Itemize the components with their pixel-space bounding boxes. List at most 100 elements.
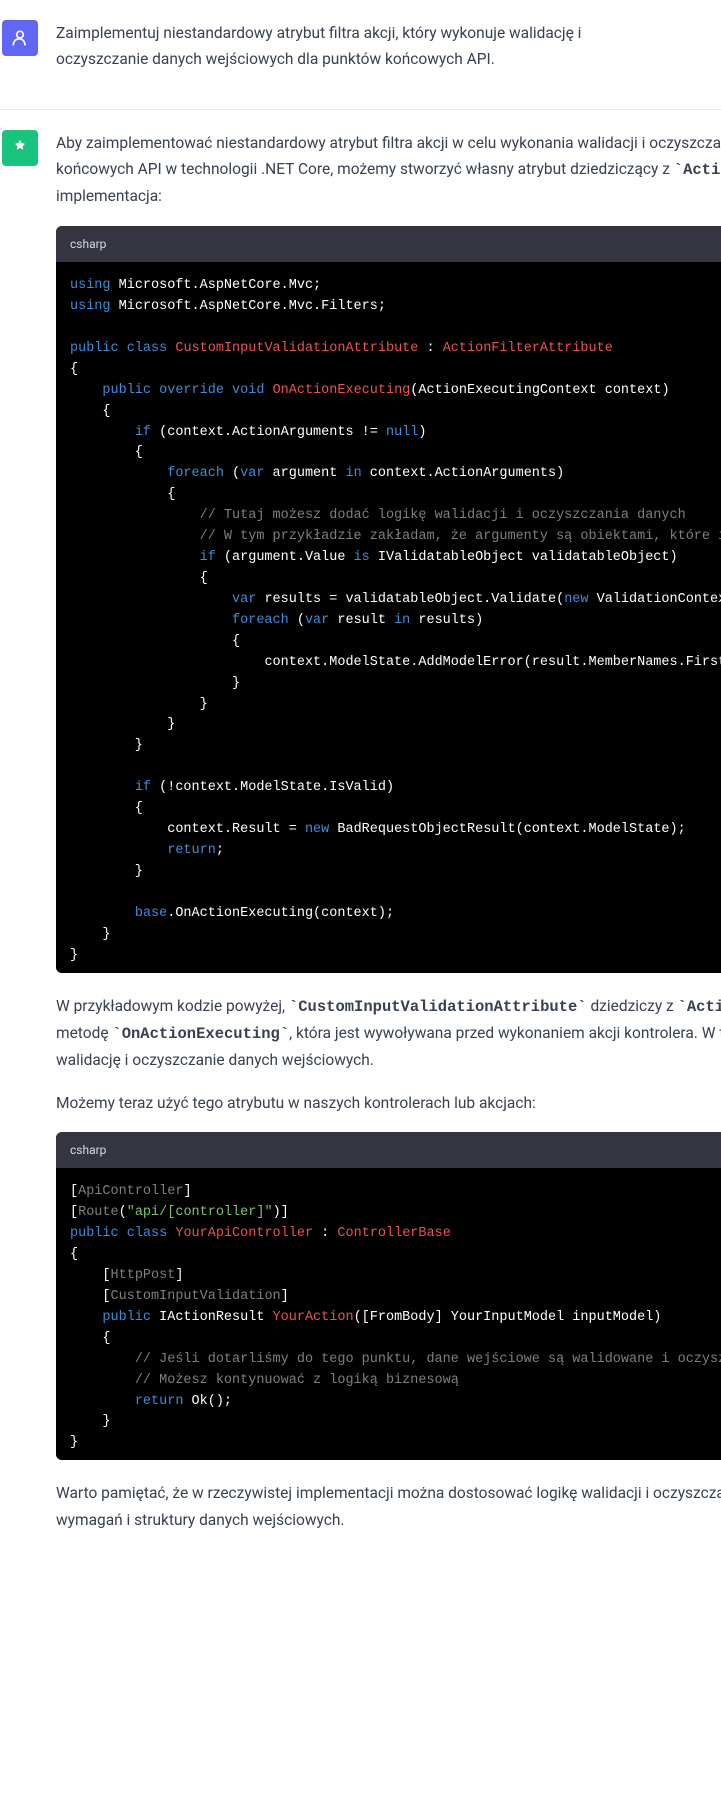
c2l6b: CustomInputValidation	[111, 1289, 281, 1304]
mid1c3: `OnActionExecuting`	[112, 1025, 289, 1043]
c1l20: }	[70, 697, 208, 712]
intro-code: `ActionFilterAttribute`	[674, 161, 721, 179]
c2l11k: return	[135, 1394, 184, 1409]
c1l9i	[70, 466, 167, 481]
mid1m1: dziedziczy z	[587, 997, 678, 1015]
c2l5i	[70, 1268, 102, 1283]
c2l9i	[70, 1352, 135, 1367]
intro-pre: Aby zaimplementować niestandardowy atryb…	[56, 134, 721, 178]
c1l25b: BadRequestObjectResult(context.ModelStat…	[329, 822, 685, 837]
c1l12i	[70, 529, 200, 544]
c1l3k1: public	[70, 341, 119, 356]
c1l15v: var	[232, 592, 256, 607]
c1l18: context.ModelState.AddModelError(result.…	[264, 655, 721, 670]
c1l8: {	[70, 445, 143, 460]
user-message-content: Zaimplementuj niestandardowy atrybut fil…	[56, 20, 721, 89]
c2l7k: public	[102, 1310, 151, 1325]
c1l7k: if	[135, 425, 151, 440]
code-body-1[interactable]: using Microsoft.AspNetCore.Mvc; using Mi…	[56, 262, 721, 972]
c1l13k: if	[200, 550, 216, 565]
c2l5b: HttpPost	[111, 1268, 176, 1283]
code-lang-label: csharp	[70, 234, 106, 254]
c1l13i	[70, 550, 200, 565]
c1l28r: .OnActionExecuting(context);	[167, 906, 394, 921]
c2l12: }	[70, 1414, 111, 1429]
c1l23i	[70, 780, 135, 795]
assistant-message: Aby zaimplementować niestandardowy atryb…	[0, 110, 721, 1569]
c2l3b: ControllerBase	[337, 1226, 450, 1241]
c1l10: {	[70, 487, 175, 502]
c1l15n: new	[564, 592, 588, 607]
c1l5k3: void	[232, 383, 264, 398]
c2l3k2: class	[127, 1226, 168, 1241]
user-avatar	[2, 20, 38, 56]
c1l25a: context.Result =	[167, 822, 305, 837]
c1l7r: (context.ActionArguments !=	[151, 425, 386, 440]
c1l28i	[70, 906, 135, 921]
c2l3n: YourApiController	[175, 1226, 313, 1241]
c2l9c: // Jeśli dotarliśmy do tego punktu, dane…	[135, 1352, 721, 1367]
c2l11i	[70, 1394, 135, 1409]
c1l5i	[70, 383, 102, 398]
c2l1a: [	[70, 1184, 78, 1199]
c2l3k1: public	[70, 1226, 119, 1241]
code-block-1: csharp Copy code using Microsoft.AspNetC…	[56, 226, 721, 973]
code-body-2[interactable]: [ApiController] [Route("api/[controller]…	[56, 1168, 721, 1460]
c1l9b: argument	[264, 466, 345, 481]
c1l16b: result	[329, 613, 394, 628]
c2l1b: ApiController	[78, 1184, 183, 1199]
c1l15b: ValidationContext(argument.Value));	[589, 592, 721, 607]
c1l25n: new	[305, 822, 329, 837]
mid1c2: `ActionFilterAttribute`	[678, 998, 721, 1016]
c1l24: {	[70, 801, 143, 816]
c2l4: {	[70, 1247, 78, 1262]
c2l7b: ([FromBody] YourInputModel inputModel)	[354, 1310, 662, 1325]
c1l9k: foreach	[167, 466, 224, 481]
c2l2s: "api/[controller]"	[127, 1205, 273, 1220]
c1l29: }	[70, 927, 111, 942]
c1l16in: in	[394, 613, 410, 628]
c2l7a: IActionResult	[151, 1310, 273, 1325]
c2l10i	[70, 1373, 135, 1388]
c2l3c: :	[313, 1226, 337, 1241]
c1l15i	[70, 592, 232, 607]
user-text: Zaimplementuj niestandardowy atrybut fil…	[56, 20, 676, 73]
c1l17: {	[70, 634, 240, 649]
c1l9a: (	[224, 466, 240, 481]
c1l3b: ActionFilterAttribute	[443, 341, 613, 356]
mid1pre: W przykładowym kodzie powyżej,	[56, 997, 289, 1015]
c2l7i	[70, 1310, 102, 1325]
c1l16i	[70, 613, 232, 628]
c1l12c: // W tym przykładzie zakładam, że argume…	[200, 529, 721, 544]
c2l2a: [	[70, 1205, 78, 1220]
c1l9in: in	[345, 466, 361, 481]
code-header-2: csharp Copy code	[56, 1132, 721, 1168]
c1l30: }	[70, 948, 78, 963]
assistant-message-content: Aby zaimplementować niestandardowy atryb…	[56, 130, 721, 1549]
c2l1c: ]	[183, 1184, 191, 1199]
c2l13: }	[70, 1435, 78, 1450]
c1l28b: base	[135, 906, 167, 921]
c1l21: }	[70, 717, 175, 732]
c2l8: {	[70, 1331, 111, 1346]
c1l19: }	[70, 676, 240, 691]
c1l9c: context.ActionArguments)	[362, 466, 565, 481]
c1l14: {	[70, 571, 208, 586]
c1l16k: foreach	[232, 613, 289, 628]
c2l6c: ]	[281, 1289, 289, 1304]
code-header-1: csharp Copy code	[56, 226, 721, 262]
c1l23k: if	[135, 780, 151, 795]
c1l5k2: override	[159, 383, 224, 398]
c2l10c: // Możesz kontynuować z logiką biznesową	[135, 1373, 459, 1388]
code-lang-label: csharp	[70, 1140, 106, 1160]
c1l11i	[70, 508, 200, 523]
c2l6i	[70, 1289, 102, 1304]
c1l13b: IValidatableObject validatableObject)	[370, 550, 678, 565]
c1l7n: null	[386, 425, 418, 440]
assistant-avatar	[2, 130, 38, 166]
c1l13is: is	[354, 550, 370, 565]
c1l2r: Microsoft.AspNetCore.Mvc.Filters;	[111, 299, 386, 314]
c1l6: {	[70, 404, 111, 419]
c2l5c: ]	[175, 1268, 183, 1283]
c1l26b: ;	[216, 843, 224, 858]
